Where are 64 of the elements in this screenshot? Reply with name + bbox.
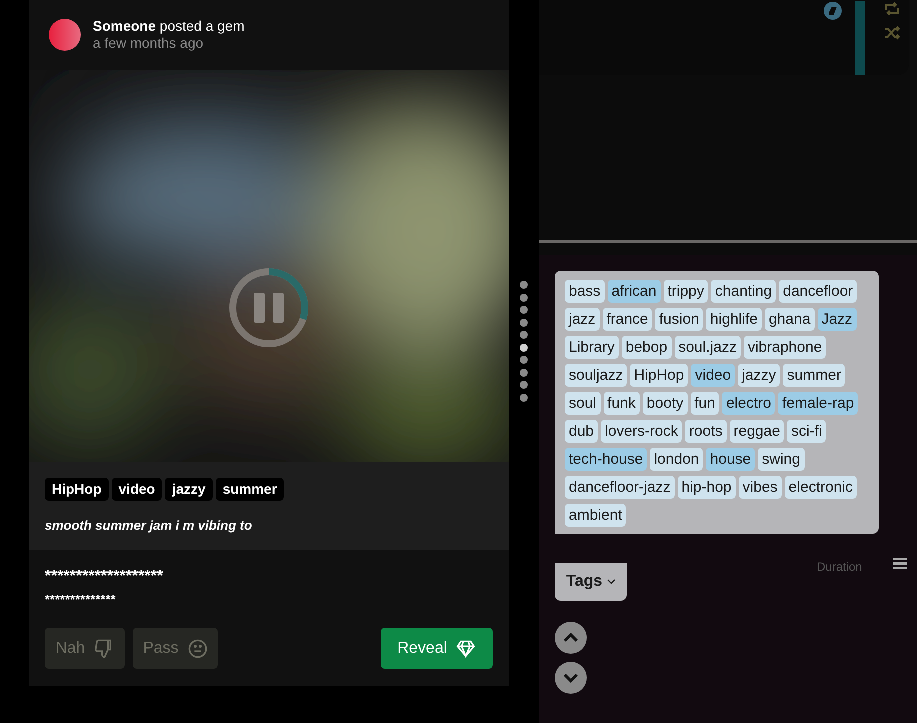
tag-option[interactable]: jazzy bbox=[738, 364, 780, 387]
tag-option[interactable]: reggae bbox=[730, 420, 784, 443]
tag-option[interactable]: roots bbox=[685, 420, 727, 443]
hidden-text: ******************* bbox=[45, 567, 164, 587]
tag-option[interactable]: vibes bbox=[738, 476, 782, 499]
gem-icon bbox=[456, 640, 476, 658]
chevron-up-icon bbox=[563, 633, 579, 643]
shuffle-icon[interactable] bbox=[884, 26, 900, 40]
tag-option[interactable]: swing bbox=[758, 448, 804, 471]
tag-option[interactable]: france bbox=[602, 308, 652, 331]
tag-option[interactable]: dub bbox=[565, 420, 598, 443]
tag-option[interactable]: video bbox=[691, 364, 736, 387]
tag-option[interactable]: ghana bbox=[764, 308, 815, 331]
hidden-text: ************** bbox=[45, 591, 117, 609]
tag-option[interactable]: vibraphone bbox=[744, 336, 826, 359]
tag-option[interactable]: electro bbox=[722, 392, 776, 415]
pause-button[interactable] bbox=[229, 268, 309, 348]
tag-option[interactable]: trippy bbox=[664, 280, 708, 303]
tag-option[interactable]: dancefloor bbox=[779, 280, 858, 303]
tag-option[interactable]: ambient bbox=[565, 504, 626, 527]
menu-icon[interactable] bbox=[893, 558, 907, 570]
tag-option[interactable]: dancefloor-jazz bbox=[565, 476, 675, 499]
tag-option[interactable]: summer bbox=[783, 364, 846, 387]
post-caption: smooth summer jam i m vibing to bbox=[45, 517, 254, 535]
avatar bbox=[49, 19, 81, 51]
tag-option[interactable]: female-rap bbox=[778, 392, 858, 415]
tag-option[interactable]: electronic bbox=[784, 476, 857, 499]
tag-option[interactable]: hip-hop bbox=[678, 476, 736, 499]
tag-option[interactable]: soul bbox=[565, 392, 601, 415]
author-name[interactable]: Someone bbox=[93, 18, 156, 34]
post-action: posted a gem bbox=[158, 18, 245, 34]
post-time: a few months ago bbox=[93, 35, 205, 52]
neutral-face-icon bbox=[188, 638, 208, 658]
tag-chip[interactable]: jazzy bbox=[165, 478, 213, 501]
tag-option[interactable]: soul.jazz bbox=[674, 336, 741, 359]
chevron-down-icon bbox=[563, 673, 579, 683]
tag-option[interactable]: HipHop bbox=[630, 364, 688, 387]
chevron-down-icon bbox=[606, 579, 616, 585]
tag-option[interactable]: sci-fi bbox=[787, 420, 826, 443]
tag-chip[interactable]: HipHop bbox=[45, 478, 109, 501]
tag-option[interactable]: bass bbox=[565, 280, 605, 303]
tag-option[interactable]: booty bbox=[642, 392, 688, 415]
tag-option[interactable]: london bbox=[650, 448, 704, 471]
tag-option[interactable]: fusion bbox=[655, 308, 704, 331]
tag-option[interactable]: Jazz bbox=[818, 308, 857, 331]
tag-option[interactable]: Library bbox=[565, 336, 619, 359]
tag-option[interactable]: house bbox=[706, 448, 756, 471]
reveal-button[interactable]: Reveal bbox=[381, 628, 493, 669]
tag-option[interactable]: tech-house bbox=[565, 448, 648, 471]
tag-option[interactable]: souljazz bbox=[565, 364, 628, 387]
tag-option[interactable]: fun bbox=[690, 392, 720, 415]
tag-option[interactable]: african bbox=[608, 280, 661, 303]
thumbs-down-icon bbox=[94, 638, 114, 658]
tag-option[interactable]: funk bbox=[604, 392, 640, 415]
tags-dropdown[interactable]: Tags bbox=[555, 563, 627, 601]
tag-option[interactable]: jazz bbox=[565, 308, 600, 331]
tag-chip[interactable]: video bbox=[112, 478, 162, 501]
tag-option[interactable]: highlife bbox=[706, 308, 762, 331]
repeat-icon[interactable] bbox=[884, 2, 900, 16]
tag-option[interactable]: lovers-rock bbox=[601, 420, 682, 443]
tag-chip[interactable]: summer bbox=[216, 478, 284, 501]
tag-option[interactable]: bebop bbox=[622, 336, 672, 359]
tag-option[interactable]: chanting bbox=[711, 280, 776, 303]
disc-icon bbox=[823, 1, 843, 21]
